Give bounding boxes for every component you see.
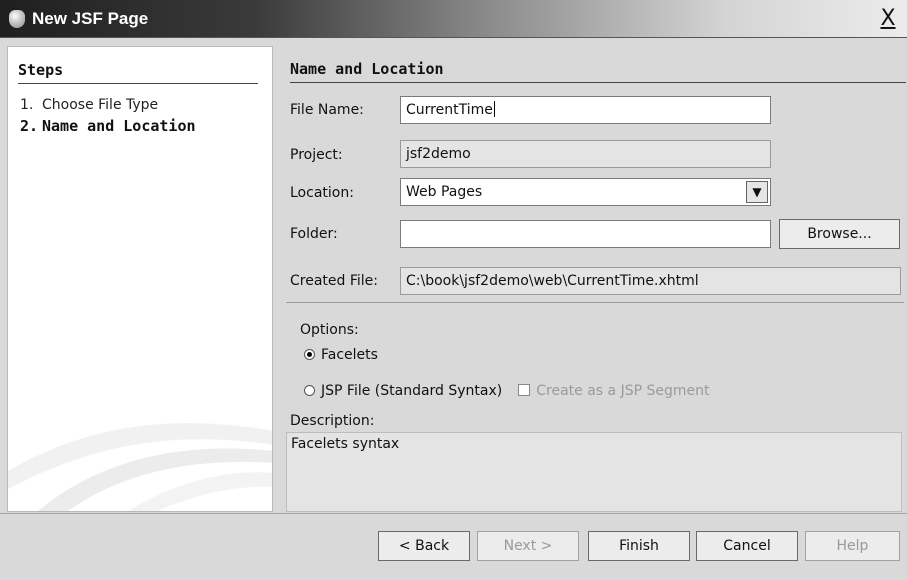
close-button[interactable]: X — [875, 6, 901, 32]
facelets-option[interactable]: Facelets — [304, 347, 378, 363]
file-name-value: CurrentTime — [406, 102, 493, 118]
options-label: Options: — [300, 322, 359, 338]
location-select[interactable]: Web Pages ▼ — [400, 178, 771, 206]
window-title: New JSF Page — [32, 9, 149, 28]
name-location-panel: Name and Location File Name: CurrentTime… — [282, 46, 907, 512]
facelets-label: Facelets — [321, 347, 378, 363]
created-file-label: Created File: — [290, 273, 378, 289]
section-heading: Name and Location — [290, 60, 906, 83]
jsp-label: JSP File (Standard Syntax) — [321, 383, 503, 399]
steps-panel: Steps 1. Choose File Type 2. Name and Loca… — [7, 46, 273, 512]
jsp-option[interactable]: JSP File (Standard Syntax) Create as a JS… — [304, 383, 709, 399]
project-label: Project: — [290, 147, 343, 163]
jsp-radio[interactable] — [304, 385, 315, 396]
finish-button[interactable]: Finish — [588, 531, 690, 561]
project-field: jsf2demo — [400, 140, 771, 168]
decorative-swoosh — [8, 423, 272, 511]
step-label: Name and Location — [42, 117, 196, 135]
back-button[interactable]: < Back — [378, 531, 470, 561]
chevron-down-icon[interactable]: ▼ — [746, 181, 768, 203]
jsp-segment-checkbox[interactable] — [518, 384, 531, 396]
steps-heading: Steps — [18, 61, 258, 84]
step-name-and-location: 2. Name and Location — [20, 117, 196, 135]
cancel-button[interactable]: Cancel — [696, 531, 798, 561]
step-number: 2. — [20, 117, 39, 135]
description-box: Facelets syntax — [286, 432, 902, 512]
facelets-radio[interactable] — [304, 349, 315, 360]
description-label: Description: — [290, 413, 375, 429]
step-choose-file-type: 1. Choose File Type — [20, 97, 158, 113]
step-number: 1. — [20, 97, 34, 113]
step-label: Choose File Type — [42, 97, 159, 113]
folder-label: Folder: — [290, 226, 338, 242]
file-name-label: File Name: — [290, 102, 364, 118]
jsp-segment-label: Create as a JSP Segment — [536, 383, 710, 399]
next-button[interactable]: Next > — [477, 531, 579, 561]
help-button[interactable]: Help — [805, 531, 900, 561]
location-label: Location: — [290, 185, 354, 201]
coffee-bean-icon — [9, 10, 25, 28]
browse-button[interactable]: Browse... — [779, 219, 900, 249]
folder-input[interactable] — [400, 220, 771, 248]
divider — [286, 302, 904, 303]
footer-divider — [0, 513, 907, 514]
created-file-field: C:\book\jsf2demo\web\CurrentTime.xhtml — [400, 267, 901, 295]
text-caret — [493, 101, 495, 117]
file-name-input[interactable]: CurrentTime — [400, 96, 771, 124]
location-value: Web Pages — [406, 184, 483, 200]
title-bar: New JSF Page X — [0, 0, 907, 38]
